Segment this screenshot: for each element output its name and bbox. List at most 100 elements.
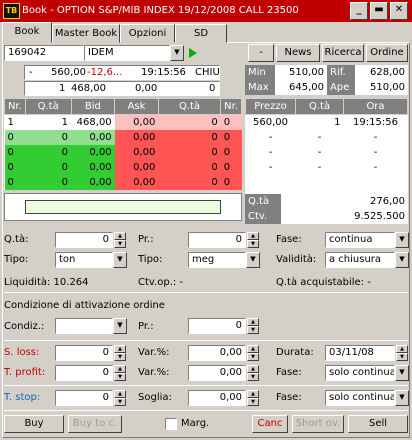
var2-input[interactable]: 0,00 [188, 365, 246, 381]
total-ctv-label: Ctv. [245, 209, 281, 224]
total-qty-label: Q.tà [245, 194, 281, 209]
phase2-select[interactable]: solo continua [325, 365, 395, 381]
tab-book[interactable]: Book [2, 22, 52, 43]
trailing-stop-input[interactable]: 0 [55, 390, 113, 406]
book-header-nr: Nr. [4, 98, 26, 115]
phase2-dropdown-icon[interactable]: ▼ [395, 365, 409, 381]
condition-price-stepper[interactable]: ▲ ▼ [247, 318, 259, 334]
threshold-input[interactable]: 0,00 [188, 390, 246, 406]
duration-stepper[interactable]: ▲ ▼ [396, 345, 408, 361]
rif-value: 628,00 [355, 65, 408, 80]
min-value: 510,00 [275, 65, 327, 80]
search-button[interactable]: Ricerca [322, 44, 364, 62]
sell-button[interactable]: Sell [348, 415, 408, 433]
price-input[interactable]: 0 [188, 232, 246, 248]
book-cell: 0,00 [114, 114, 159, 130]
book-cell: 0,00 [114, 159, 159, 175]
phase3-select[interactable]: solo continua [325, 390, 395, 406]
book-row[interactable]: 0 0 0,00 0,00 0 0 [4, 129, 242, 145]
book-cell: 1 [4, 114, 26, 130]
trade-row[interactable]: 560,00 1 19:15:56 [246, 115, 408, 130]
book-row[interactable]: 0 0 0,00 0,00 0 0 [4, 174, 242, 190]
trades-header-qty: Q.tà [295, 98, 344, 115]
var2-stepper[interactable]: ▲ ▼ [247, 365, 259, 381]
tab-sd[interactable]: SD [175, 24, 227, 43]
validity-select[interactable]: a chiusura [325, 252, 395, 268]
type2-dropdown-icon[interactable]: ▼ [246, 252, 260, 268]
book-cell: 0,00 [71, 144, 115, 160]
take-profit-stepper[interactable]: ▲ ▼ [114, 365, 126, 381]
qty-stepper[interactable]: ▲ ▼ [114, 232, 126, 248]
type-select[interactable]: ton [55, 252, 113, 268]
news-button[interactable]: News [276, 44, 320, 62]
book-cell: 0 [220, 114, 242, 130]
min-label: Min [245, 65, 275, 80]
type-dropdown-icon[interactable]: ▼ [113, 252, 127, 268]
take-profit-label: T. profit: [4, 367, 46, 378]
type2-label: Tipo: [138, 254, 163, 265]
book-cell: 0 [220, 144, 242, 160]
market-select[interactable]: IDEM [84, 45, 170, 61]
trade-cell: - [317, 131, 322, 143]
totals-table: Q.tà 276,00 Ctv. 9.525.500 [245, 194, 408, 224]
tab-master-book[interactable]: Master Book [52, 24, 120, 43]
condition-select[interactable] [55, 318, 113, 334]
last-price-row: - 560,00 -12,6... 19:15:56 CHIU [24, 65, 220, 80]
take-profit-input[interactable]: 0 [55, 365, 113, 381]
tab-opzioni[interactable]: Opzioni [120, 24, 175, 43]
validity-label: Validità: [276, 254, 317, 265]
threshold-label: Soglia: [138, 392, 172, 403]
stop-loss-stepper[interactable]: ▲ ▼ [114, 345, 126, 361]
window-title: Book - OPTION S&P/MIB INDEX 19/12/2008 C… [22, 5, 299, 16]
book-header-ask: Ask [114, 98, 159, 115]
instrument-code-input[interactable]: 169042 [4, 45, 84, 61]
book-row[interactable]: 1 1 468,00 0,00 0 0 [4, 114, 242, 130]
validity-dropdown-icon[interactable]: ▼ [395, 252, 409, 268]
phase-status: CHIU [195, 67, 220, 78]
phase3-dropdown-icon[interactable]: ▼ [395, 390, 409, 406]
cancel-button[interactable]: Canc [252, 415, 288, 433]
phase-select[interactable]: continua [325, 232, 395, 248]
condition-dropdown-icon[interactable]: ▼ [113, 318, 127, 334]
maximize-button[interactable]: ▬ [370, 2, 388, 20]
book-row[interactable]: 0 0 0,00 0,00 0 0 [4, 159, 242, 175]
threshold-stepper[interactable]: ▲ ▼ [247, 390, 259, 406]
condition-title: Condizione di attivazione ordine [4, 300, 165, 311]
buy-button[interactable]: Buy [4, 415, 64, 433]
market-dropdown-icon[interactable]: ▼ [170, 45, 184, 61]
buy-to-cover-button[interactable]: Buy to c. [68, 415, 122, 433]
trade-cell: - [268, 131, 273, 143]
short-overnight-button[interactable]: Short ov. [292, 415, 344, 433]
trade-row[interactable]: --- [246, 130, 408, 145]
price-label: Pr.: [138, 234, 154, 245]
duration-input[interactable]: 03/11/08 [325, 345, 395, 361]
book-cell: 0 [4, 144, 26, 160]
phase-dropdown-icon[interactable]: ▼ [395, 232, 409, 248]
book-cell: 0,00 [71, 174, 115, 190]
max-value: 645,00 [275, 80, 327, 95]
minimize-button[interactable]: _ [350, 2, 368, 20]
minus-button[interactable]: - [248, 44, 274, 62]
best-ask-qty: 0 [209, 83, 216, 94]
price-stepper[interactable]: ▲ ▼ [247, 232, 259, 248]
play-icon[interactable] [188, 47, 198, 59]
trailing-stop-label: T. stop: [4, 392, 41, 403]
var1-input[interactable]: 0,00 [188, 345, 246, 361]
trade-row[interactable]: --- [246, 160, 408, 175]
qty-input[interactable]: 0 [55, 232, 113, 248]
trades-table: Prezzo Q.tà Ora 560,00 1 19:15:56 - - - - - - - - -… [245, 98, 408, 190]
close-button[interactable]: ✕ [390, 2, 408, 20]
book-cell: 0 [4, 159, 26, 175]
var1-stepper[interactable]: ▲ ▼ [247, 345, 259, 361]
book-row[interactable]: 0 0 0,00 0,00 0 0 [4, 144, 242, 160]
type-label: Tipo: [4, 254, 29, 265]
var2-label: Var.%: [138, 367, 170, 378]
type2-select[interactable]: meg [188, 252, 246, 268]
margin-checkbox[interactable] [165, 418, 177, 430]
trailing-stop-stepper[interactable]: ▲ ▼ [114, 390, 126, 406]
trade-row[interactable]: --- [246, 145, 408, 160]
order-button[interactable]: Ordine [366, 44, 408, 62]
condition-price-input[interactable]: 0 [188, 318, 246, 334]
stop-loss-input[interactable]: 0 [55, 345, 113, 361]
trades-header-price: Prezzo [245, 98, 296, 115]
